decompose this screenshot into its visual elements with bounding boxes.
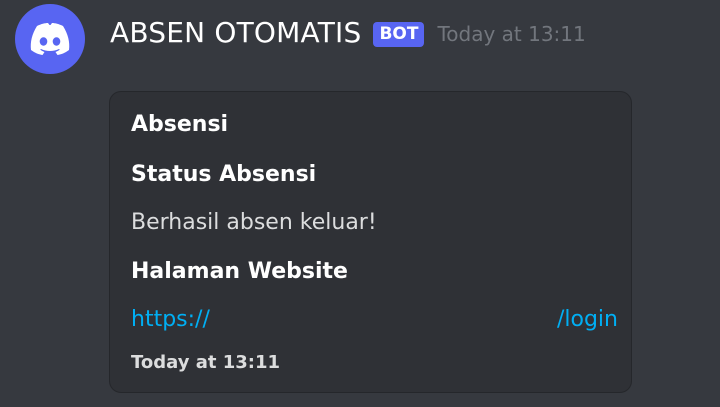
embed-field-value-website-link[interactable]: https:// /login [131,307,618,332]
discord-logo-icon [30,23,70,55]
avatar[interactable] [15,4,85,74]
embed-field-value-status: Berhasil absen keluar! [131,210,377,235]
embed-footer-timestamp: Today at 13:11 [131,352,281,373]
website-link-start[interactable]: https:// [131,307,210,332]
bot-tag-badge: BOT [373,21,425,47]
embed-field-name-status: Status Absensi [131,162,317,187]
website-link-end[interactable]: /login [557,307,618,332]
message-header: ABSEN OTOMATIS BOT Today at 13:11 [110,10,586,54]
message-embed: Absensi Status Absensi Berhasil absen ke… [109,91,632,393]
message-timestamp[interactable]: Today at 13:11 [437,22,585,46]
embed-field-name-website: Halaman Website [131,259,348,284]
author-username[interactable]: ABSEN OTOMATIS [110,16,361,49]
embed-title: Absensi [131,112,229,137]
